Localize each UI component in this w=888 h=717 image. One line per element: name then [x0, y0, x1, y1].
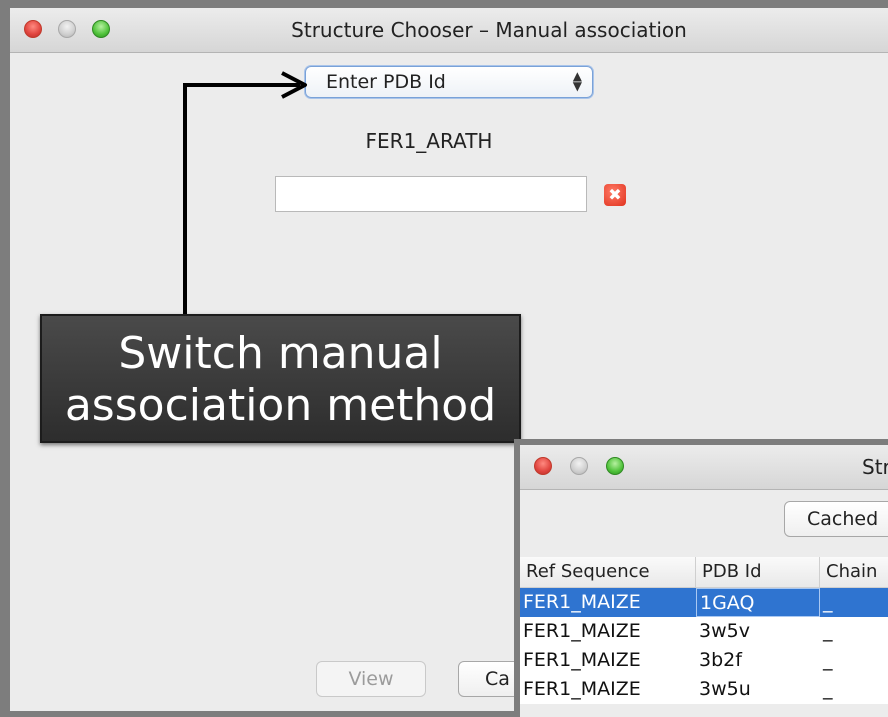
table-row[interactable]: FER1_MAIZE 3w5u _	[520, 675, 888, 704]
column-header-pdb-id[interactable]: PDB Id	[696, 557, 820, 587]
table-row[interactable]: FER1_MAIZE 3b2f _	[520, 646, 888, 675]
table-row[interactable]: FER1_MAIZE 3w5v _	[520, 617, 888, 646]
cell-chain: _	[823, 620, 833, 642]
secondary-window-title: Str	[862, 455, 888, 479]
secondary-minimize-button[interactable]	[570, 457, 588, 475]
secondary-zoom-button[interactable]	[606, 457, 624, 475]
cell-ref-sequence: FER1_MAIZE	[523, 678, 641, 700]
structure-chooser-window-secondary: Str Cached Ref Sequence PDB Id Chain FER…	[514, 439, 888, 717]
structures-table: Ref Sequence PDB Id Chain FER1_MAIZE 1GA…	[520, 557, 888, 704]
secondary-close-button[interactable]	[534, 457, 552, 475]
cell-ref-sequence: FER1_MAIZE	[523, 620, 641, 642]
table-header: Ref Sequence PDB Id Chain	[520, 557, 888, 588]
column-header-ref-sequence[interactable]: Ref Sequence	[520, 557, 696, 587]
cell-chain: _	[823, 678, 833, 700]
column-header-chain[interactable]: Chain	[820, 557, 888, 587]
cell-pdb-id: 3w5v	[699, 620, 750, 642]
cell-pdb-id: 3w5u	[699, 678, 751, 700]
table-row[interactable]: FER1_MAIZE 1GAQ _	[520, 588, 888, 617]
callout-line-2: association method	[64, 380, 497, 431]
secondary-window-body: Str Cached Ref Sequence PDB Id Chain FER…	[520, 445, 888, 717]
callout-box: Switch manual association method	[40, 314, 521, 443]
cell-ref-sequence: FER1_MAIZE	[523, 591, 641, 613]
cell-pdb-id: 1GAQ	[696, 588, 820, 617]
cell-ref-sequence: FER1_MAIZE	[523, 649, 641, 671]
cell-chain: _	[823, 649, 833, 671]
cell-pdb-id: 3b2f	[699, 649, 742, 671]
cell-chain: _	[823, 591, 833, 613]
secondary-title-bar[interactable]: Str	[520, 445, 888, 490]
cached-button[interactable]: Cached	[784, 501, 888, 537]
callout-line-1: Switch manual	[118, 328, 443, 379]
